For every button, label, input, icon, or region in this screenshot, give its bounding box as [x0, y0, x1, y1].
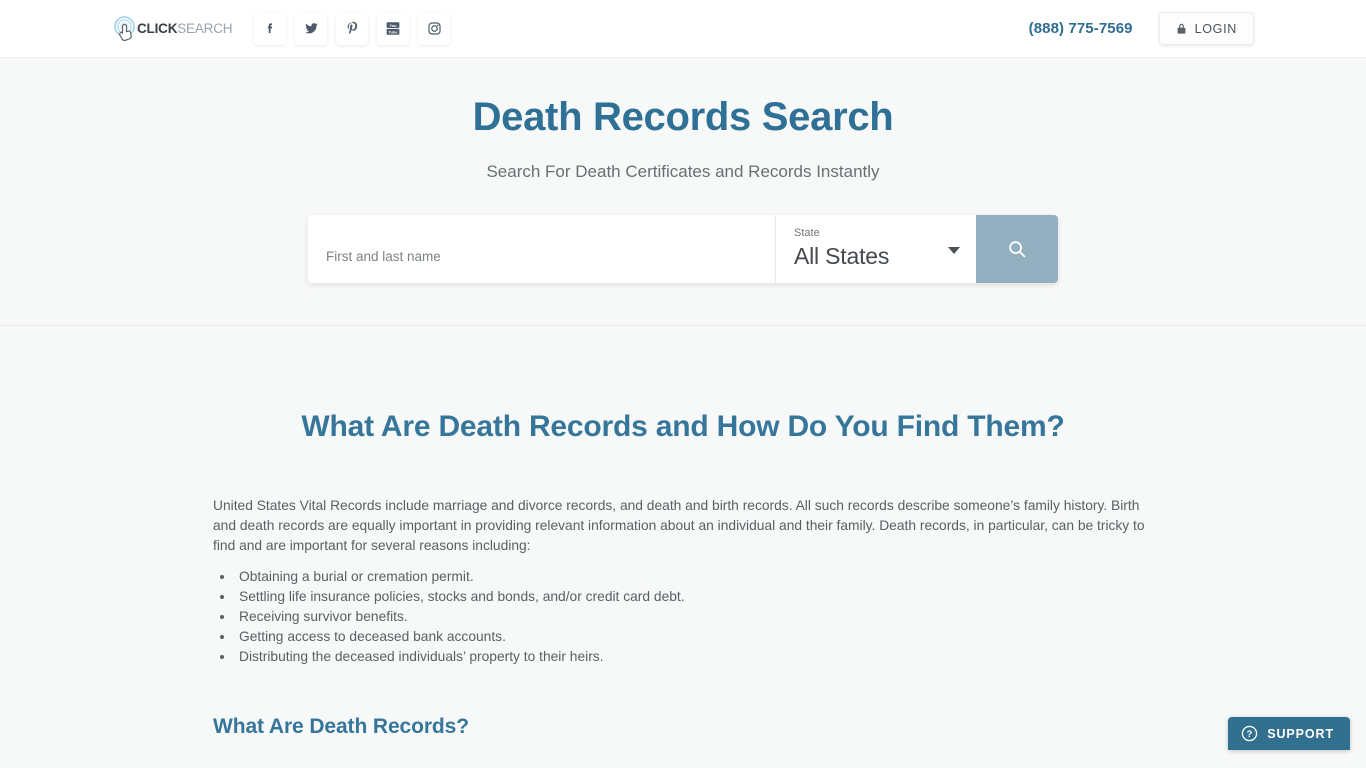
- state-select[interactable]: State All States: [776, 215, 976, 283]
- social-link-instagram[interactable]: [418, 12, 451, 45]
- support-button[interactable]: ? SUPPORT: [1228, 717, 1350, 750]
- list-item: Settling life insurance policies, stocks…: [235, 587, 1153, 607]
- pinterest-icon: [344, 20, 361, 37]
- site-logo[interactable]: CLICKSEARCH: [112, 11, 233, 47]
- logo-text-light: SEARCH: [177, 20, 233, 36]
- content-container: What Are Death Records and How Do You Fi…: [213, 410, 1153, 768]
- svg-text:You: You: [390, 23, 398, 28]
- main-content: What Are Death Records and How Do You Fi…: [0, 326, 1366, 768]
- search-icon: [1006, 238, 1028, 260]
- hero-section: Death Records Search Search For Death Ce…: [0, 58, 1366, 326]
- list-item: Getting access to deceased bank accounts…: [235, 627, 1153, 647]
- page-subtitle: Search For Death Certificates and Record…: [486, 162, 880, 181]
- header-left-group: CLICKSEARCH You Tube: [112, 11, 451, 47]
- section-heading: What Are Death Records and How Do You Fi…: [301, 410, 1065, 443]
- list-item: Receiving survivor benefits.: [235, 607, 1153, 627]
- fingerprint-cursor-icon: [112, 15, 140, 43]
- social-link-youtube[interactable]: You Tube: [377, 12, 410, 45]
- social-link-facebook[interactable]: [254, 12, 287, 45]
- login-button-label: LOGIN: [1194, 21, 1237, 36]
- svg-text:?: ?: [1247, 729, 1253, 739]
- search-submit-button[interactable]: [976, 215, 1058, 283]
- chevron-down-icon: [948, 247, 960, 254]
- page-title: Death Records Search: [472, 95, 894, 139]
- twitter-icon: [303, 20, 320, 37]
- question-mark-circle-icon: ?: [1241, 725, 1258, 742]
- facebook-icon: [262, 21, 278, 37]
- state-select-label: State: [794, 227, 820, 239]
- state-select-value: All States: [794, 243, 890, 270]
- search-name-input[interactable]: [308, 215, 776, 283]
- list-item: Obtaining a burial or cremation permit.: [235, 567, 1153, 587]
- instagram-icon: [426, 20, 443, 37]
- social-link-twitter[interactable]: [295, 12, 328, 45]
- list-item: Distributing the deceased individuals’ p…: [235, 647, 1153, 667]
- header-right-group: (888) 775-7569 LOGIN: [1029, 12, 1254, 45]
- intro-paragraph: United States Vital Records include marr…: [213, 498, 1145, 553]
- search-form: State All States: [308, 215, 1058, 283]
- social-links: You Tube: [254, 12, 451, 45]
- reasons-list: Obtaining a burial or cremation permit. …: [213, 567, 1153, 667]
- site-header: CLICKSEARCH You Tube (888) 775-7569 LOGI…: [0, 0, 1366, 58]
- phone-number-link[interactable]: (888) 775-7569: [1029, 20, 1133, 37]
- social-link-pinterest[interactable]: [336, 12, 369, 45]
- sub-heading: What Are Death Records?: [213, 715, 469, 738]
- logo-text-bold: CLICK: [137, 20, 178, 36]
- youtube-icon: You Tube: [383, 20, 403, 37]
- svg-text:Tube: Tube: [389, 30, 399, 35]
- support-button-label: SUPPORT: [1267, 726, 1334, 741]
- logo-wordmark: CLICKSEARCH: [137, 20, 233, 36]
- login-button[interactable]: LOGIN: [1158, 12, 1254, 45]
- lock-icon: [1176, 22, 1187, 35]
